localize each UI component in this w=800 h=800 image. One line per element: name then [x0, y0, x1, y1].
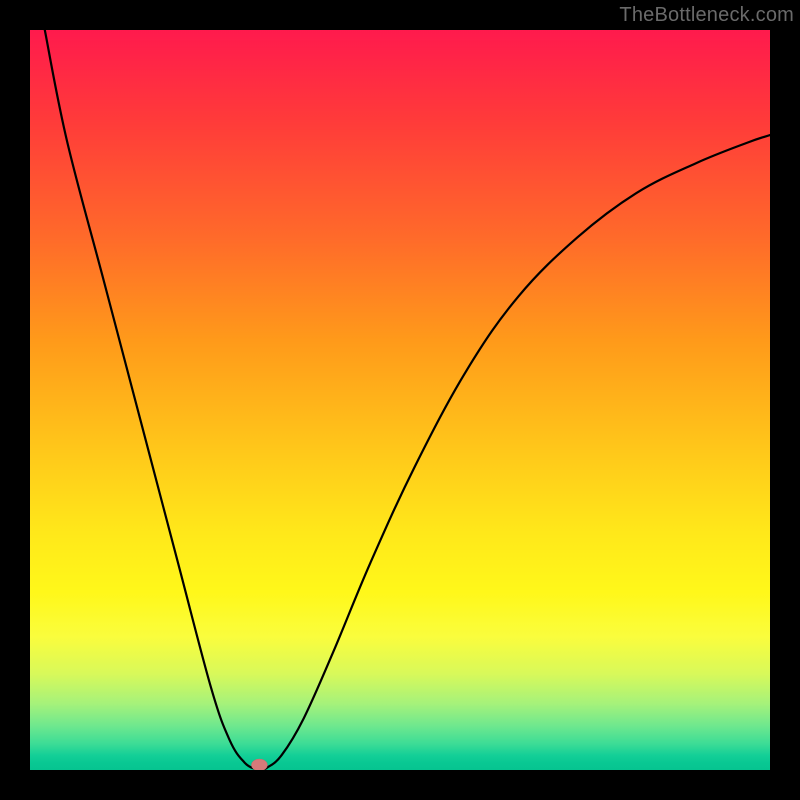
chart-svg	[30, 30, 770, 770]
bottleneck-curve	[45, 30, 770, 770]
plot-area	[30, 30, 770, 770]
chart-container: TheBottleneck.com	[0, 0, 800, 800]
minimum-point-dot	[251, 759, 267, 770]
watermark-label: TheBottleneck.com	[619, 4, 794, 27]
